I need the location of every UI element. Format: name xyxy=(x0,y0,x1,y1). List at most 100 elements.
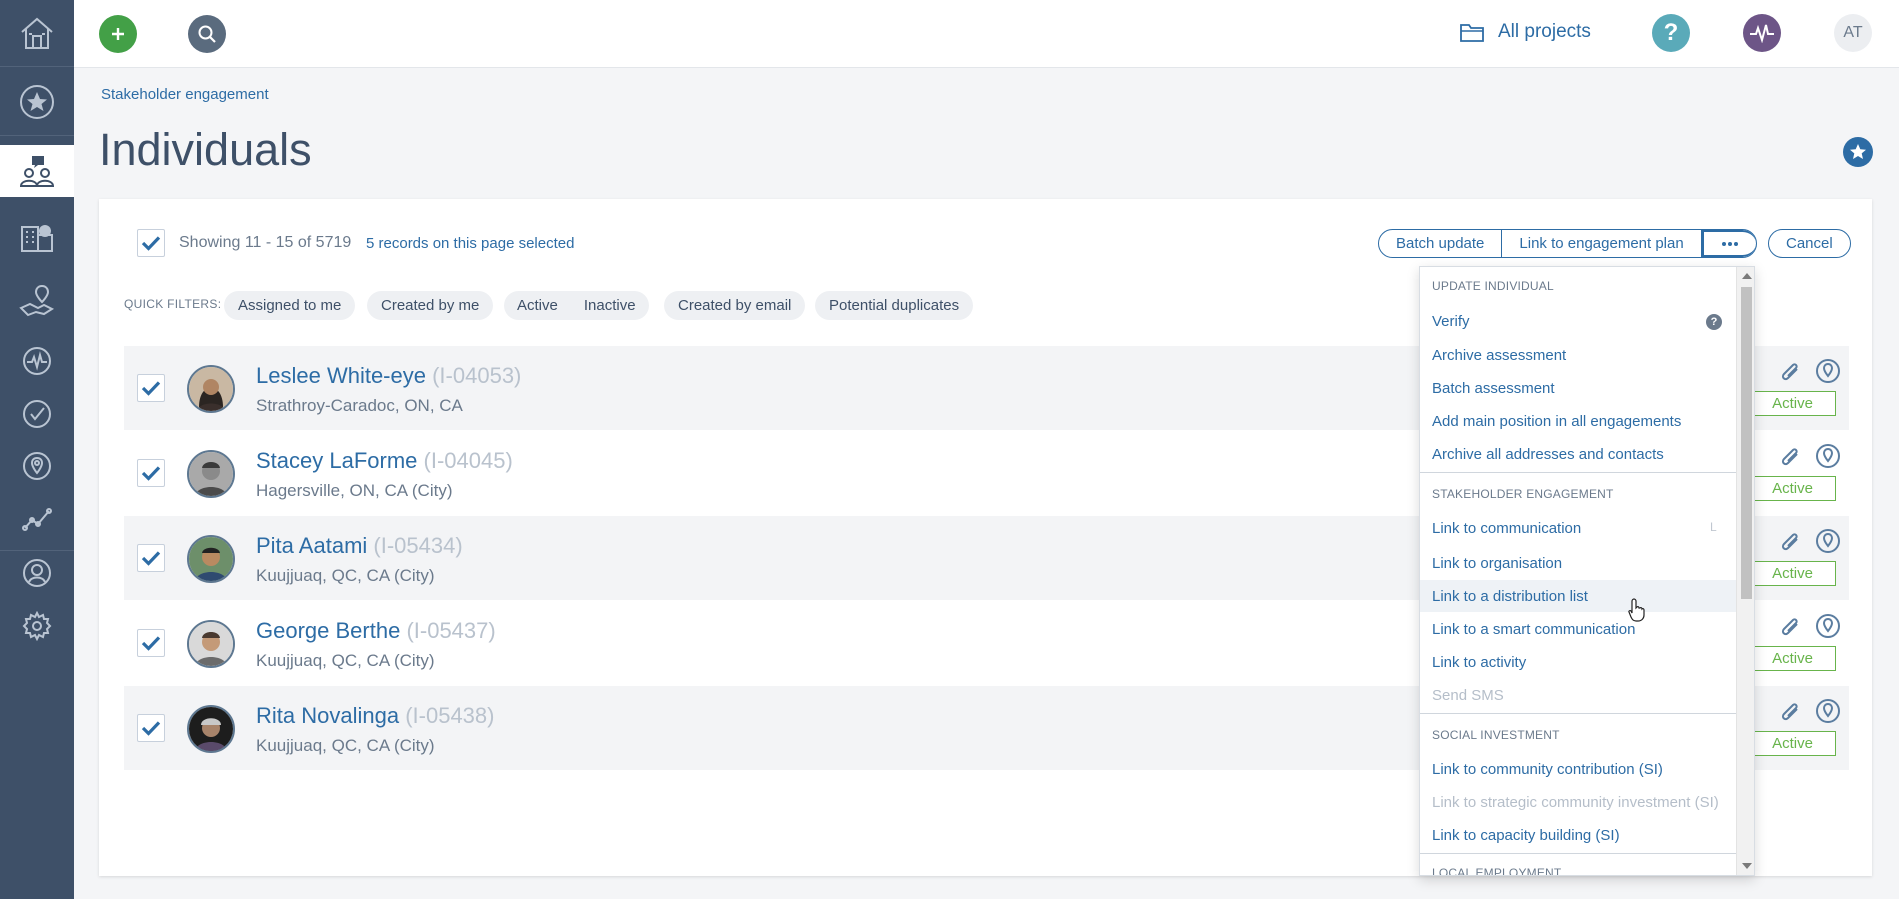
row-id: (I-04053) xyxy=(432,363,522,388)
star-icon xyxy=(20,85,54,119)
sidebar-item-analytics[interactable] xyxy=(0,493,74,545)
page-title: Individuals xyxy=(99,124,312,175)
select-all-checkbox[interactable] xyxy=(137,229,165,257)
map-pin-icon[interactable] xyxy=(1815,443,1841,469)
row-id: (I-04045) xyxy=(423,448,513,473)
all-projects-link[interactable]: All projects xyxy=(1460,21,1591,43)
menu-item-archive-addresses[interactable]: Archive all addresses and contacts xyxy=(1420,438,1736,470)
row-checkbox[interactable] xyxy=(137,544,165,572)
sidebar-item-users[interactable] xyxy=(0,547,74,599)
row-actions xyxy=(1777,698,1841,724)
sidebar-item-map[interactable] xyxy=(0,440,74,492)
menu-header-stakeholder-engagement: STAKEHOLDER ENGAGEMENT xyxy=(1432,487,1614,501)
row-id: (I-05434) xyxy=(373,533,463,558)
buildings-icon xyxy=(21,225,53,252)
user-avatar-button[interactable]: AT xyxy=(1834,14,1872,52)
avatar xyxy=(187,365,235,413)
batch-actions-group: Batch update Link to engagement plan xyxy=(1378,229,1757,258)
search-button[interactable] xyxy=(188,15,226,53)
ellipsis-icon xyxy=(1721,241,1738,246)
status-badge: Active xyxy=(1749,476,1836,501)
batch-update-button[interactable]: Batch update xyxy=(1379,230,1503,257)
row-location: Kuujjuaq, QC, CA (City) xyxy=(256,736,435,755)
paperclip-icon[interactable] xyxy=(1777,528,1803,554)
check-icon xyxy=(141,236,161,251)
check-icon xyxy=(141,381,161,396)
menu-item-link-communication[interactable]: Link to communication xyxy=(1420,512,1736,544)
filter-created-by-email[interactable]: Created by email xyxy=(664,291,806,320)
help-button[interactable]: ? xyxy=(1652,14,1690,52)
row-checkbox[interactable] xyxy=(137,459,165,487)
sidebar-item-organisations[interactable] xyxy=(0,210,74,262)
row-checkbox[interactable] xyxy=(137,714,165,742)
folder-icon xyxy=(1460,24,1484,42)
menu-item-link-capacity-building[interactable]: Link to capacity building (SI) xyxy=(1420,819,1736,851)
menu-item-link-distribution-list[interactable]: Link to a distribution list xyxy=(1420,580,1736,612)
row-actions xyxy=(1777,613,1841,639)
menu-item-batch-assessment[interactable]: Batch assessment xyxy=(1420,372,1736,404)
breadcrumb[interactable]: Stakeholder engagement xyxy=(101,86,269,103)
check-icon xyxy=(141,636,161,651)
favorite-button[interactable] xyxy=(1843,137,1873,167)
activity-pulse-icon xyxy=(1750,24,1774,43)
row-actions xyxy=(1777,528,1841,554)
menu-header-local-employment: LOCAL EMPLOYMENT xyxy=(1432,866,1562,876)
map-pin-icon[interactable] xyxy=(1815,613,1841,639)
link-engagement-plan-button[interactable]: Link to engagement plan xyxy=(1502,230,1702,257)
add-button[interactable] xyxy=(99,15,137,53)
row-location: Hagersville, ON, CA (City) xyxy=(256,481,453,500)
status-badge: Active xyxy=(1749,391,1836,416)
row-name[interactable]: George Berthe (I-05437) xyxy=(256,618,496,644)
row-name[interactable]: Rita Novalinga (I-05438) xyxy=(256,703,494,729)
all-projects-label: All projects xyxy=(1498,21,1591,42)
menu-item-link-community-contribution[interactable]: Link to community contribution (SI) xyxy=(1420,753,1736,785)
row-location: Kuujjuaq, QC, CA (City) xyxy=(256,566,435,585)
row-checkbox[interactable] xyxy=(137,374,165,402)
scroll-down-arrow[interactable] xyxy=(1742,863,1752,869)
row-name[interactable]: Leslee White-eye (I-04053) xyxy=(256,363,521,389)
map-pin-icon[interactable] xyxy=(1815,698,1841,724)
activity-pulse-icon xyxy=(23,347,51,375)
menu-scrollbar[interactable] xyxy=(1736,267,1754,875)
avatar xyxy=(187,705,235,753)
menu-item-link-organisation[interactable]: Link to organisation xyxy=(1420,547,1736,579)
help-icon: ? xyxy=(1663,19,1679,46)
sidebar xyxy=(0,0,74,899)
map-pin-icon[interactable] xyxy=(1815,528,1841,554)
scroll-up-arrow[interactable] xyxy=(1742,273,1752,279)
pulse-button[interactable] xyxy=(1743,14,1781,52)
cancel-button[interactable]: Cancel xyxy=(1768,229,1851,258)
status-badge: Active xyxy=(1749,646,1836,671)
paperclip-icon[interactable] xyxy=(1777,698,1803,724)
menu-item-add-main-position[interactable]: Add main position in all engagements xyxy=(1420,405,1736,437)
filter-potential-duplicates[interactable]: Potential duplicates xyxy=(815,291,974,320)
menu-item-link-smart-communication[interactable]: Link to a smart communication xyxy=(1420,613,1736,645)
sidebar-item-home[interactable] xyxy=(0,7,74,59)
menu-item-verify[interactable]: Verify xyxy=(1420,305,1736,337)
help-icon[interactable]: ? xyxy=(1706,314,1722,330)
menu-item-link-activity[interactable]: Link to activity xyxy=(1420,646,1736,678)
sidebar-item-favorites[interactable] xyxy=(0,76,74,128)
paperclip-icon[interactable] xyxy=(1777,443,1803,469)
sidebar-item-stakeholder-engagement[interactable] xyxy=(0,145,74,197)
filter-assigned-to-me[interactable]: Assigned to me xyxy=(224,291,356,320)
filter-inactive[interactable]: Inactive xyxy=(571,297,649,314)
row-checkbox[interactable] xyxy=(137,629,165,657)
more-actions-button[interactable] xyxy=(1701,230,1756,257)
sidebar-item-activity[interactable] xyxy=(0,335,74,387)
map-pin-icon[interactable] xyxy=(1815,358,1841,384)
menu-item-archive-assessment[interactable]: Archive assessment xyxy=(1420,339,1736,371)
paperclip-icon[interactable] xyxy=(1777,613,1803,639)
sidebar-item-locations[interactable] xyxy=(0,275,74,327)
row-name[interactable]: Pita Aatami (I-05434) xyxy=(256,533,463,559)
star-icon xyxy=(1850,144,1866,159)
filter-active[interactable]: Active xyxy=(504,297,571,314)
row-name[interactable]: Stacey LaForme (I-04045) xyxy=(256,448,513,474)
scroll-thumb[interactable] xyxy=(1741,287,1752,599)
filter-created-by-me[interactable]: Created by me xyxy=(367,291,494,320)
sidebar-item-tasks[interactable] xyxy=(0,388,74,440)
check-icon xyxy=(141,551,161,566)
quick-filters-label: QUICK FILTERS: xyxy=(124,297,222,311)
paperclip-icon[interactable] xyxy=(1777,358,1803,384)
sidebar-item-settings[interactable] xyxy=(0,600,74,652)
